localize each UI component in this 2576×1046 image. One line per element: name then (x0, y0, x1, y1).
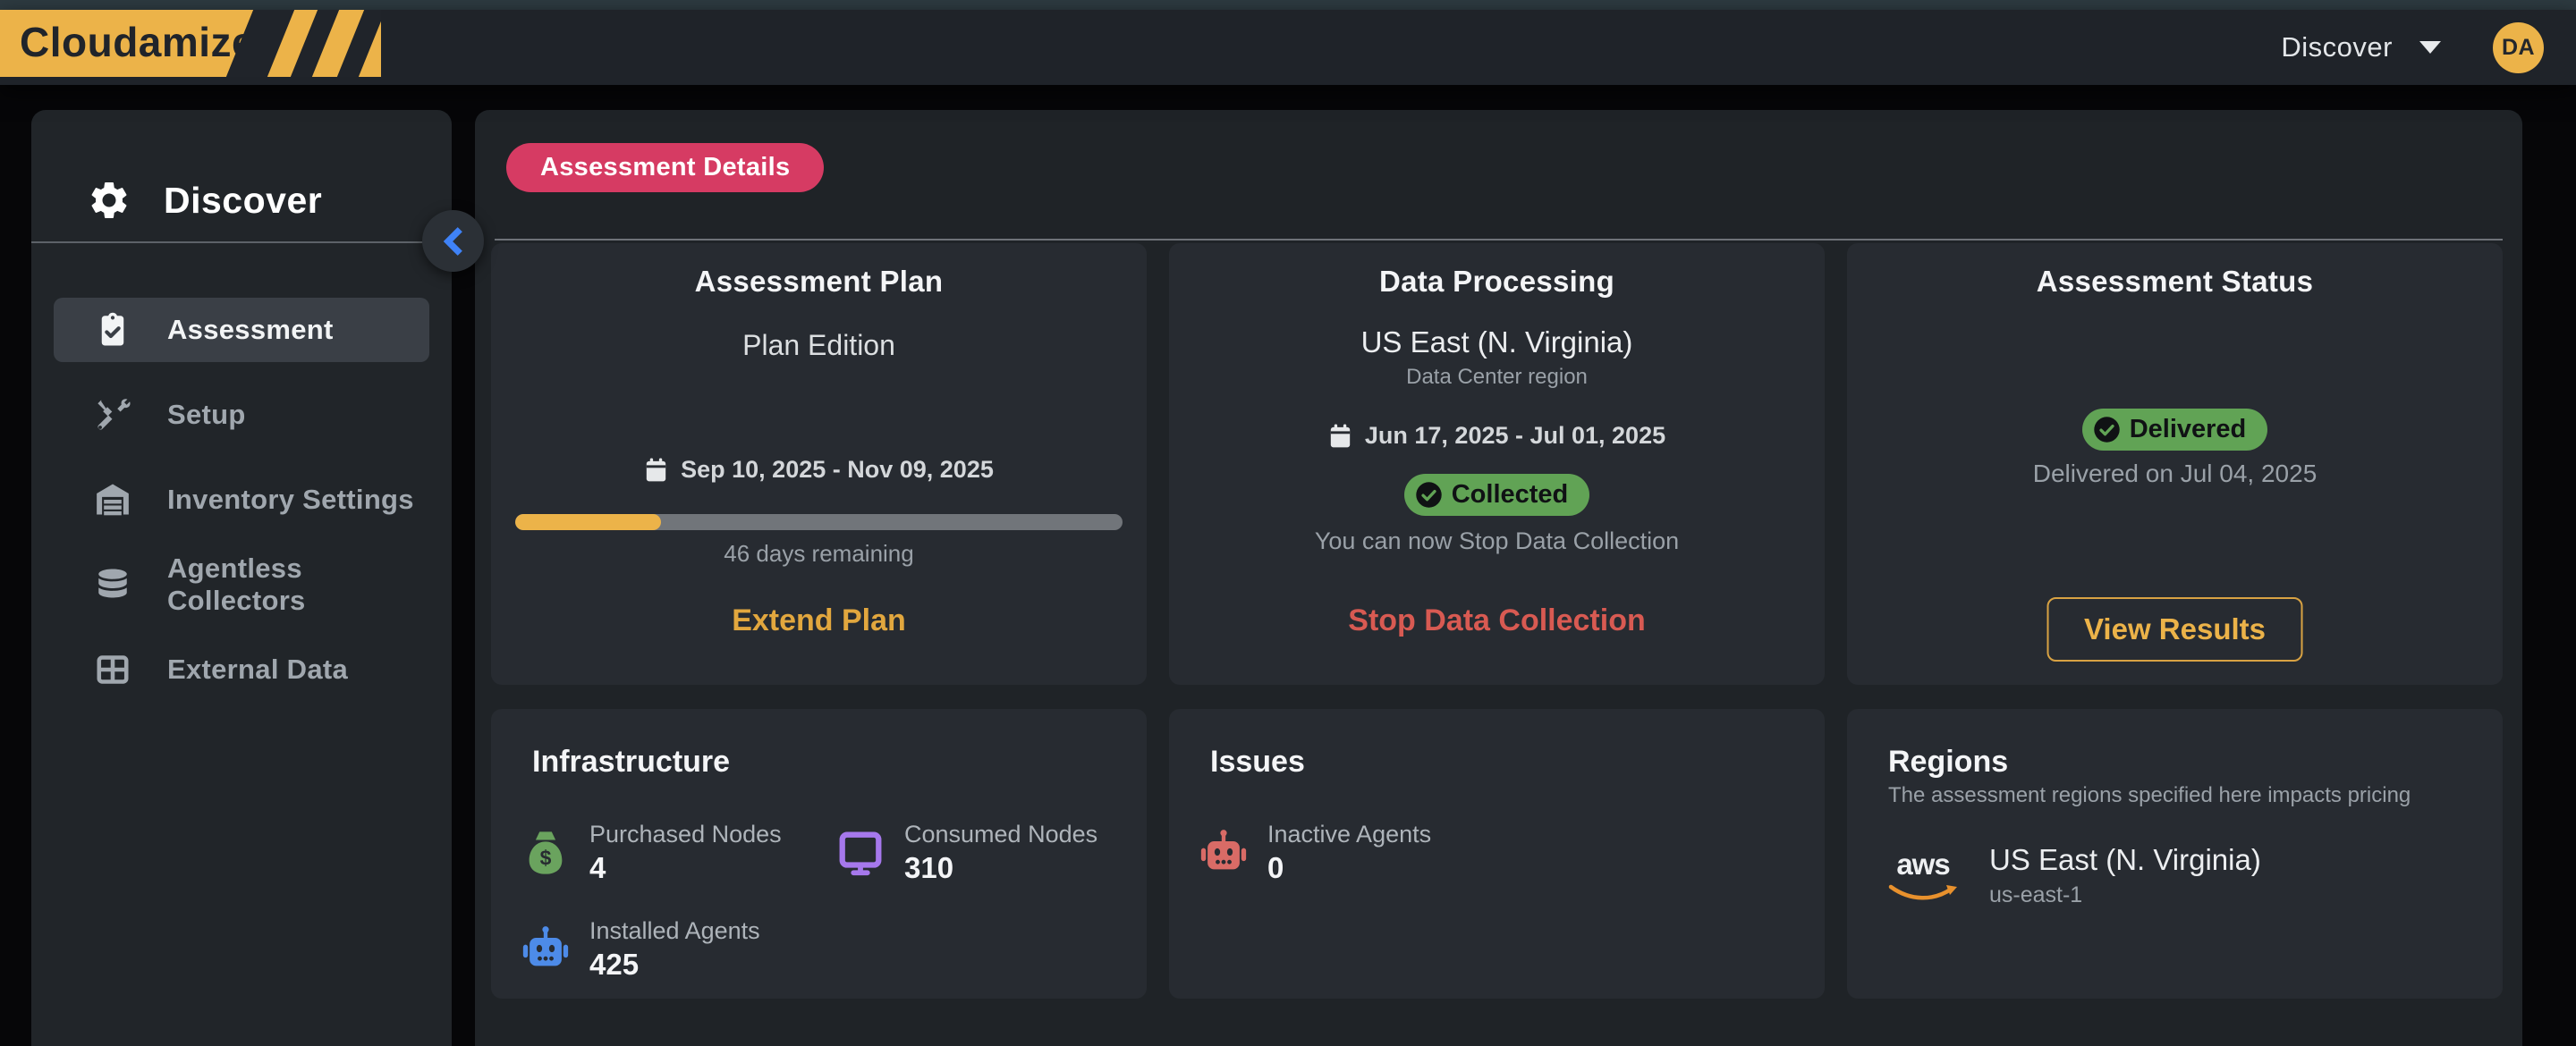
delivered-date-caption: Delivered on Jul 04, 2025 (1847, 460, 2503, 488)
chevron-left-icon (440, 226, 467, 257)
discover-dropdown[interactable]: Discover (2281, 31, 2441, 63)
stat-label: Purchased Nodes (589, 821, 782, 848)
assessment-details-badge[interactable]: Assessment Details (506, 143, 824, 192)
assessment-plan-card: Assessment Plan Plan Edition Sep 10, 202… (491, 243, 1147, 685)
tools-icon (94, 396, 131, 434)
check-circle-icon (1415, 481, 1443, 509)
brand-stripe (335, 10, 381, 77)
sidebar-item-label: Agentless Collectors (167, 553, 429, 617)
topbar-right: Discover DA (2281, 22, 2576, 73)
brand-banner[interactable]: Cloudamize™ (0, 10, 381, 77)
view-results-button[interactable]: View Results (2046, 597, 2303, 662)
delivered-status-badge: Delivered (2082, 409, 2268, 451)
sidebar-item-inventory-settings[interactable]: Inventory Settings (54, 468, 429, 532)
extend-plan-link[interactable]: Extend Plan (491, 603, 1147, 638)
database-icon (94, 566, 131, 603)
card-title: Data Processing (1169, 265, 1825, 299)
region-code: us-east-1 (1989, 882, 2261, 908)
infrastructure-card: Infrastructure $ Purchased Nodes 4 Consu… (491, 709, 1147, 999)
svg-text:$: $ (540, 847, 552, 870)
card-title: Assessment Status (1847, 265, 2503, 299)
main-panel: Assessment Details Assessment Plan Plan … (475, 110, 2522, 1046)
collection-date-range: Jun 17, 2025 - Jul 01, 2025 (1169, 422, 1825, 450)
sidebar-item-setup[interactable]: Setup (54, 383, 429, 447)
summary-cards-row: Assessment Plan Plan Edition Sep 10, 202… (491, 243, 2503, 685)
plan-progress-bar (515, 514, 1123, 530)
sidebar-item-label: Setup (167, 399, 246, 431)
brand-stripe (288, 10, 341, 77)
money-bag-icon: $ (520, 827, 572, 879)
sidebar-item-label: Assessment (167, 314, 334, 346)
stat-label: Installed Agents (589, 917, 760, 945)
check-circle-icon (2093, 416, 2121, 443)
stat-label: Inactive Agents (1267, 821, 1431, 848)
stat-inactive-agents: Inactive Agents 0 (1198, 822, 1431, 884)
delivered-status-wrap: Delivered (1847, 409, 2503, 451)
gear-icon (87, 178, 131, 223)
robot-icon (520, 924, 572, 975)
stat-value: 310 (904, 851, 1097, 885)
sidebar-item-label: Inventory Settings (167, 484, 414, 516)
sidebar-nav: Assessment Setup Inventory Settings Agen… (54, 298, 429, 722)
regions-subtitle: The assessment regions specified here im… (1888, 783, 2411, 808)
days-remaining-label: 46 days remaining (491, 540, 1147, 568)
warehouse-icon (94, 481, 131, 519)
sidebar-item-agentless-collectors[interactable]: Agentless Collectors (54, 553, 429, 617)
sidebar-title: Discover (164, 180, 322, 222)
stat-value: 425 (589, 948, 760, 982)
plan-date-range: Sep 10, 2025 - Nov 09, 2025 (491, 456, 1147, 484)
calendar-icon (644, 457, 668, 484)
card-title: Infrastructure (532, 745, 730, 780)
data-processing-card: Data Processing US East (N. Virginia) Da… (1169, 243, 1825, 685)
aws-logo: aws (1882, 846, 1964, 907)
robot-alert-icon (1198, 827, 1250, 879)
stat-purchased-nodes: $ Purchased Nodes 4 (520, 822, 782, 884)
regions-card: Regions The assessment regions specified… (1847, 709, 2503, 999)
issues-card: Issues Inactive Agents 0 (1169, 709, 1825, 999)
stat-value: 0 (1267, 851, 1431, 885)
calendar-icon (1328, 423, 1352, 450)
app: Cloudamize™ Discover DA Discover Assessm… (0, 0, 2576, 1046)
sidebar-header: Discover (87, 178, 322, 223)
card-title: Regions (1888, 745, 2008, 780)
plan-progress-fill (515, 514, 661, 530)
top-bar: Cloudamize™ Discover DA (0, 10, 2576, 85)
section-divider (495, 239, 2503, 240)
plan-edition-label: Plan Edition (491, 329, 1147, 362)
sidebar-item-external-data[interactable]: External Data (54, 637, 429, 702)
sidebar-divider (31, 241, 452, 243)
region-list-item: aws US East (N. Virginia) us-east-1 (1882, 843, 2261, 908)
sidebar-collapse-button[interactable] (422, 210, 484, 272)
region-name: US East (N. Virginia) (1989, 843, 2261, 877)
collected-status-badge: Collected (1404, 474, 1590, 516)
data-center-region-name: US East (N. Virginia) (1169, 325, 1825, 359)
collected-status-wrap: Collected (1169, 474, 1825, 516)
table-icon (94, 651, 131, 688)
detail-cards-row: Infrastructure $ Purchased Nodes 4 Consu… (491, 709, 2503, 999)
assessment-status-card: Assessment Status Delivered Delivered on… (1847, 243, 2503, 685)
sidebar: Discover Assessment Setup Inventory Sett… (31, 110, 452, 1046)
collection-status-caption: You can now Stop Data Collection (1169, 527, 1825, 555)
stat-label: Consumed Nodes (904, 821, 1097, 848)
sidebar-item-label: External Data (167, 654, 348, 686)
stat-installed-agents: Installed Agents 425 (520, 918, 760, 981)
top-accent-strip (0, 0, 2576, 10)
discover-dropdown-label: Discover (2281, 31, 2393, 63)
clipboard-check-icon (94, 311, 131, 349)
avatar[interactable]: DA (2493, 22, 2544, 73)
stop-data-collection-link[interactable]: Stop Data Collection (1169, 603, 1825, 638)
card-title: Issues (1210, 745, 1305, 780)
card-title: Assessment Plan (491, 265, 1147, 299)
data-center-region-caption: Data Center region (1169, 365, 1825, 390)
stat-value: 4 (589, 851, 782, 885)
monitor-icon (835, 827, 886, 879)
sidebar-item-assessment[interactable]: Assessment (54, 298, 429, 362)
chevron-down-icon (2419, 41, 2441, 54)
stat-consumed-nodes: Consumed Nodes 310 (835, 822, 1097, 884)
